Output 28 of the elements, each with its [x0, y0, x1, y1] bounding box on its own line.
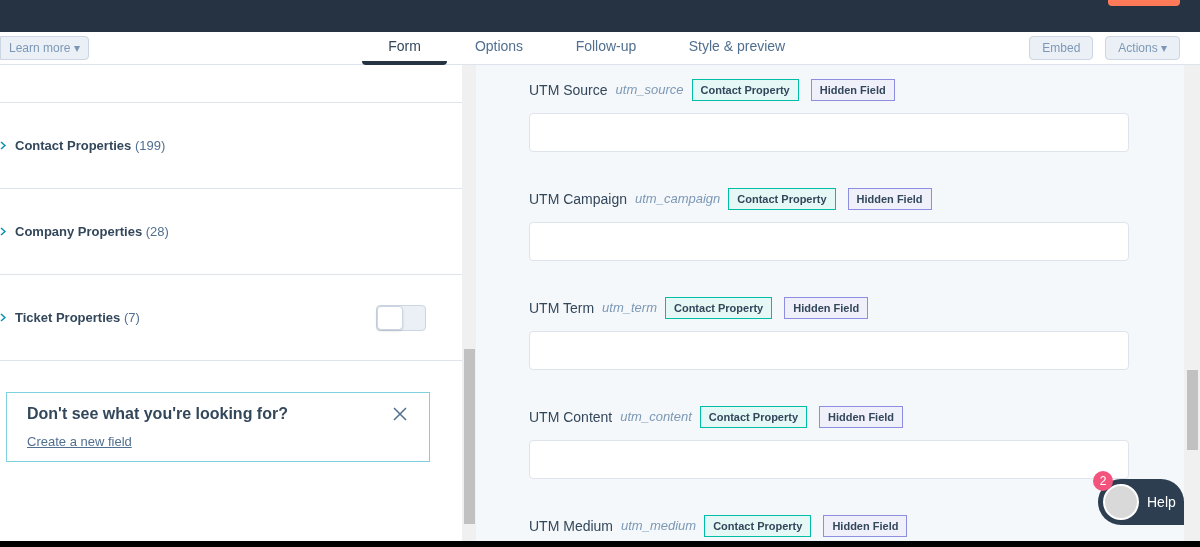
- field-label: UTM Source: [529, 80, 608, 100]
- tag: Contact Property: [704, 515, 812, 537]
- internal-name: utm_medium: [621, 517, 697, 536]
- tag: Hidden Field: [784, 297, 869, 319]
- field-label: UTM Term: [529, 298, 595, 318]
- tag: Contact Property: [665, 297, 773, 319]
- tag: Contact Property: [728, 188, 836, 210]
- category-label[interactable]: Ticket Properties (7): [15, 307, 140, 328]
- field-label: UTM Content: [529, 407, 613, 427]
- internal-name: utm_campaign: [635, 190, 721, 209]
- tag: Hidden Field: [823, 515, 908, 537]
- tag: Contact Property: [691, 79, 799, 101]
- tag: Hidden Field: [819, 406, 904, 428]
- category-label[interactable]: Contact Properties (199): [15, 135, 166, 156]
- notice-title: Don't see what you're looking for?: [27, 404, 288, 424]
- category-label[interactable]: Company Properties (28): [15, 221, 169, 242]
- field-label: UTM Medium: [529, 516, 613, 536]
- tag: Contact Property: [699, 406, 808, 428]
- tab[interactable]: Options: [447, 32, 551, 65]
- tag: Hidden Field: [847, 188, 932, 210]
- tab[interactable]: Follow-up: [551, 32, 661, 65]
- internal-name: utm_source: [615, 81, 684, 100]
- internal-name: utm_content: [620, 408, 692, 427]
- field-label: UTM Campaign: [529, 189, 628, 209]
- tag: Hidden Field: [810, 79, 895, 101]
- create-field-link[interactable]: Create a new field: [27, 432, 132, 452]
- internal-name: utm_term: [602, 299, 657, 318]
- tab[interactable]: Style & preview: [661, 32, 813, 65]
